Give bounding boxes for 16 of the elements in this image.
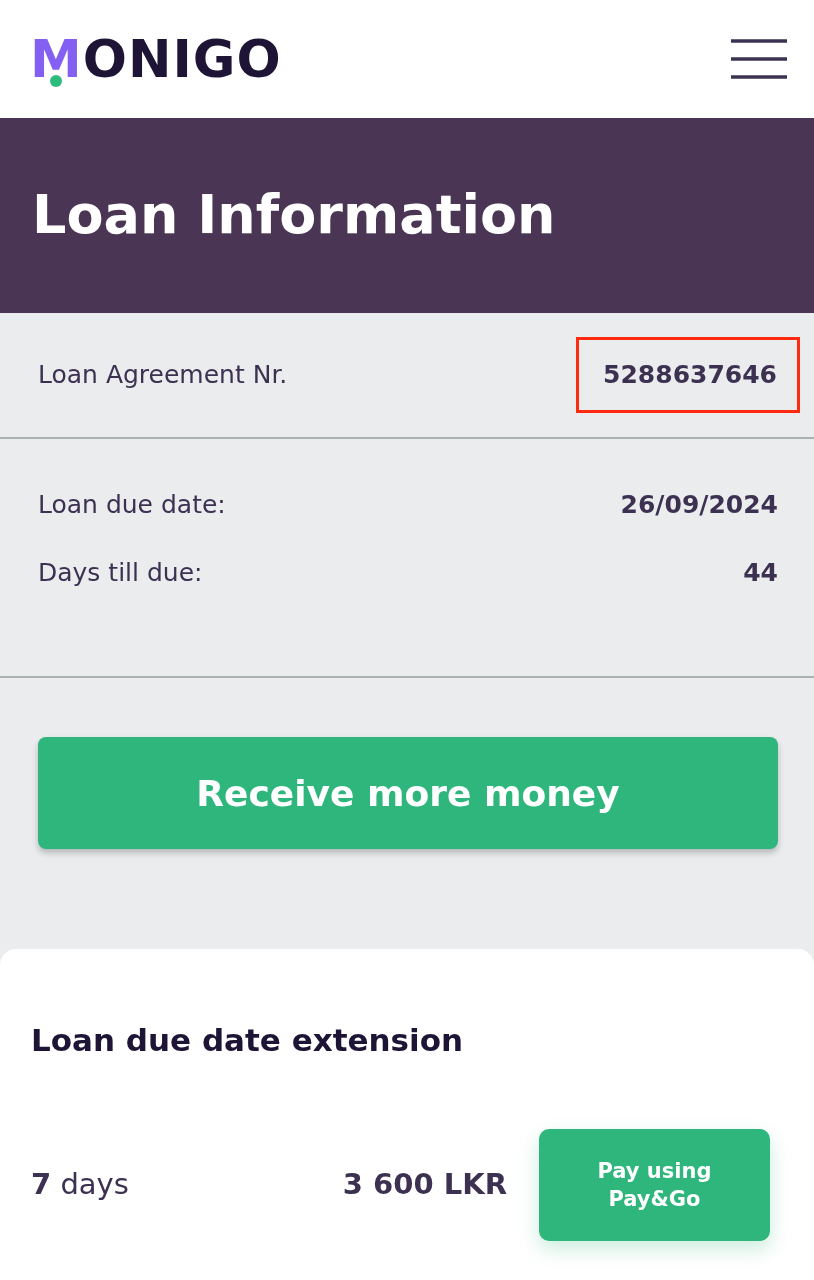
detail-value: 26/09/2024 bbox=[620, 488, 778, 521]
extension-price: 3 600 LKR bbox=[342, 1166, 507, 1204]
detail-label: Loan due date: bbox=[38, 488, 226, 521]
dot-icon bbox=[50, 75, 63, 87]
agreement-number: 5288637646 bbox=[576, 337, 800, 413]
page-title: Loan Information bbox=[32, 183, 556, 248]
extension-duration: 7 days bbox=[31, 1166, 129, 1204]
receive-money-button[interactable]: Receive more money bbox=[38, 737, 778, 849]
card-title: Loan due date extension bbox=[31, 1021, 465, 1060]
menu-button[interactable] bbox=[730, 38, 788, 80]
pay-button[interactable]: Pay using Pay&Go bbox=[539, 1129, 770, 1241]
detail-label: Days till due: bbox=[38, 556, 203, 589]
menu-icon bbox=[731, 39, 787, 79]
agreement-label: Loan Agreement Nr. bbox=[38, 358, 288, 391]
logo-link[interactable]: MONIGO bbox=[30, 33, 282, 85]
detail-value: 44 bbox=[743, 556, 778, 589]
